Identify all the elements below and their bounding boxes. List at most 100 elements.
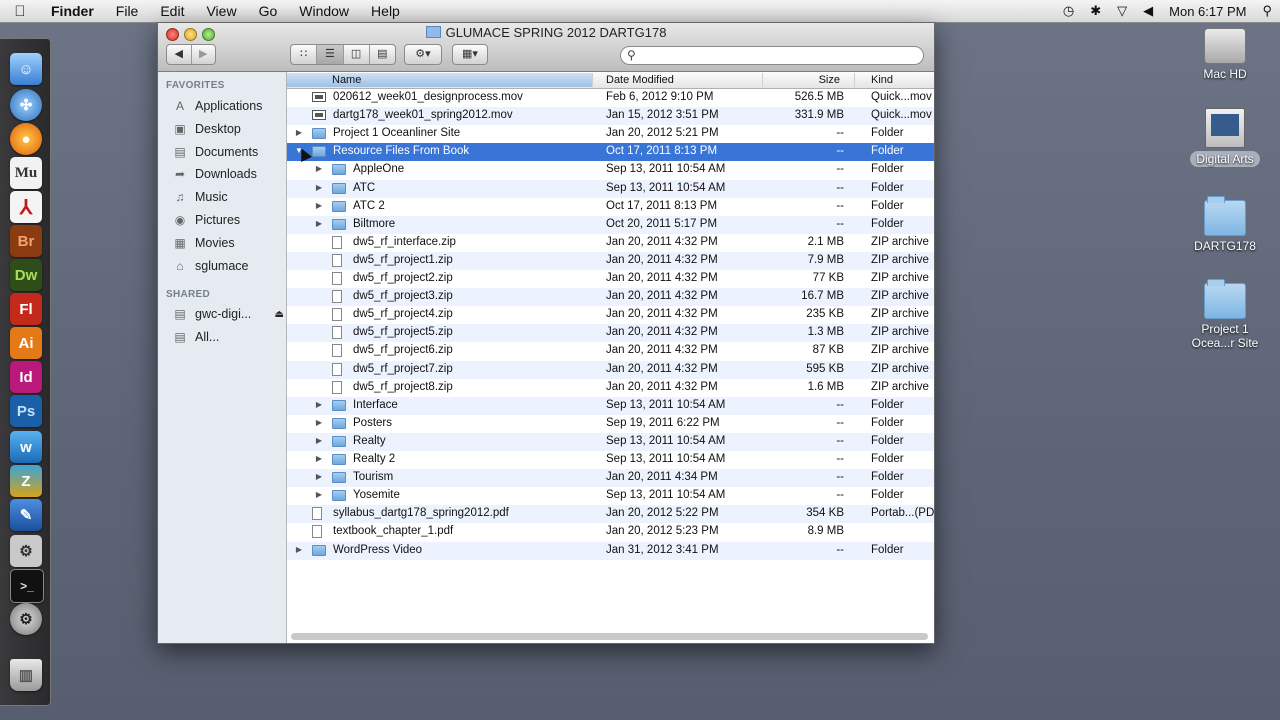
search-input[interactable]: ⚲ xyxy=(620,46,924,65)
kind-column-header[interactable]: Kind xyxy=(855,73,934,87)
date-column-header[interactable]: Date Modified xyxy=(593,73,763,87)
table-row[interactable]: dw5_rf_project3.zip Jan 20, 2011 4:32 PM 1… xyxy=(287,288,934,307)
table-row[interactable]: textbook_chapter_1.pdf Jan 20, 2012 5:23 … xyxy=(287,523,934,541)
action-menu-button[interactable]: ⚙▾ xyxy=(404,44,442,65)
utility-dock-icon[interactable]: ⚙ xyxy=(10,535,42,567)
table-row[interactable]: syllabus_dartg178_spring2012.pdf Jan 20, … xyxy=(287,505,934,524)
desktop-item-digital-arts[interactable]: Digital Arts xyxy=(1175,108,1275,167)
table-row[interactable]: ▶ Realty 2 Sep 13, 2011 10:54 AM -- Folder xyxy=(287,451,934,469)
disclosure-triangle-icon[interactable]: ▶ xyxy=(314,400,324,409)
disclosure-triangle-icon[interactable]: ▶ xyxy=(294,545,304,554)
disclosure-triangle-icon[interactable]: ▶ xyxy=(314,472,324,481)
size-column-header[interactable]: Size xyxy=(763,73,855,87)
disclosure-triangle-icon[interactable]: ▶ xyxy=(314,436,324,445)
dreamweaver-dock-icon[interactable]: Dw xyxy=(10,259,42,291)
disclosure-triangle-icon[interactable]: ▶ xyxy=(314,164,324,173)
table-row[interactable]: dw5_rf_interface.zip Jan 20, 2011 4:32 PM… xyxy=(287,234,934,252)
flash-dock-icon[interactable]: Fl xyxy=(10,293,42,325)
time-machine-icon[interactable]: ◷ xyxy=(1055,3,1082,19)
menubar-clock[interactable]: Mon 6:17 PM xyxy=(1161,4,1254,19)
sidebar-item-movies[interactable]: ▦ Movies xyxy=(172,233,234,253)
table-row[interactable]: ▶ ATC Sep 13, 2011 10:54 AM -- Folder xyxy=(287,179,934,198)
disclosure-triangle-icon[interactable]: ▶ xyxy=(314,201,324,210)
apple-menu-icon[interactable]:  xyxy=(0,3,40,20)
coverflow-view-button[interactable]: ▤ xyxy=(370,45,395,64)
table-row[interactable]: ▼ Resource Files From Book Oct 17, 2011 8:… xyxy=(287,143,934,162)
table-row[interactable]: ▶ WordPress Video Jan 31, 2012 3:41 PM -- Fo… xyxy=(287,541,934,560)
sidebar-item-documents[interactable]: ▤ Documents xyxy=(172,142,258,162)
menu-go[interactable]: Go xyxy=(248,0,289,22)
window-titlebar[interactable]: GLUMACE SPRING 2012 DARTG178 ◀ ▶ ∷ ☰ ◫ ▤… xyxy=(158,23,934,72)
menu-finder[interactable]: Finder xyxy=(40,0,105,22)
table-row[interactable]: ▶ ATC 2 Oct 17, 2011 8:13 PM -- Folder xyxy=(287,198,934,216)
table-row[interactable]: ▶ Interface Sep 13, 2011 10:54 AM -- Folder xyxy=(287,396,934,415)
table-row[interactable]: ▶ Project 1 Oceanliner Site Jan 20, 2012 5… xyxy=(287,125,934,143)
terminal-dock-icon[interactable]: >_ xyxy=(10,569,44,603)
table-row[interactable]: dartg178_week01_spring2012.mov Jan 15, 20… xyxy=(287,107,934,126)
table-row[interactable]: dw5_rf_project2.zip Jan 20, 2011 4:32 PM 7… xyxy=(287,270,934,288)
table-row[interactable]: ▶ Yosemite Sep 13, 2011 10:54 AM -- Folder xyxy=(287,487,934,505)
sidebar-item-all[interactable]: ▤ All... xyxy=(172,327,219,347)
menu-edit[interactable]: Edit xyxy=(149,0,195,22)
disclosure-triangle-icon[interactable]: ▶ xyxy=(314,219,324,228)
spotlight-icon[interactable]: ⚲ xyxy=(1254,3,1280,19)
sidebar-item-pictures[interactable]: ◉ Pictures xyxy=(172,210,240,230)
table-row[interactable]: ▶ Tourism Jan 20, 2011 4:34 PM -- Folder xyxy=(287,469,934,488)
table-row[interactable]: ▶ Realty Sep 13, 2011 10:54 AM -- Folder xyxy=(287,432,934,451)
menu-help[interactable]: Help xyxy=(360,0,411,22)
menu-view[interactable]: View xyxy=(195,0,247,22)
table-row[interactable]: dw5_rf_project7.zip Jan 20, 2011 4:32 PM 5… xyxy=(287,360,934,379)
wifi-icon[interactable]: ▽ xyxy=(1109,3,1135,19)
volume-icon[interactable]: ◀ xyxy=(1135,3,1161,19)
bridge-dock-icon[interactable]: Br xyxy=(10,225,42,257)
filezilla-dock-icon[interactable]: Z xyxy=(10,465,42,497)
table-row[interactable]: dw5_rf_project1.zip Jan 20, 2011 4:32 PM 7… xyxy=(287,251,934,270)
finder-dock-icon[interactable]: ☺ xyxy=(10,53,42,85)
sidebar-item-downloads[interactable]: ➦ Downloads xyxy=(172,164,257,184)
list-view-button[interactable]: ☰ xyxy=(317,45,344,64)
menu-file[interactable]: File xyxy=(105,0,150,22)
sidebar-item-desktop[interactable]: ▣ Desktop xyxy=(172,119,241,139)
disclosure-triangle-icon[interactable]: ▶ xyxy=(294,128,304,137)
bluetooth-icon[interactable]: ✱ xyxy=(1082,3,1109,19)
horizontal-scrollbar[interactable] xyxy=(291,633,928,640)
desktop-item-project1[interactable]: Project 1 Ocea...r Site xyxy=(1175,279,1275,350)
acrobat-dock-icon[interactable]: ⅄ xyxy=(10,191,42,223)
desktop-item-mac-hd[interactable]: Mac HD xyxy=(1175,28,1275,81)
sidebar-item-music[interactable]: ♫ Music xyxy=(172,187,228,207)
trash-dock-icon[interactable]: ▥ xyxy=(10,659,42,691)
disclosure-triangle-icon[interactable]: ▶ xyxy=(314,454,324,463)
table-row[interactable]: ▶ Posters Sep 19, 2011 6:22 PM -- Folder xyxy=(287,415,934,433)
arrange-menu-button[interactable]: ▦▾ xyxy=(452,44,488,65)
indesign-dock-icon[interactable]: Id xyxy=(10,361,42,393)
safari-dock-icon[interactable]: ✣ xyxy=(10,89,42,121)
forward-button[interactable]: ▶ xyxy=(192,45,216,64)
disclosure-triangle-icon[interactable]: ▶ xyxy=(314,418,324,427)
table-row[interactable]: dw5_rf_project8.zip Jan 20, 2011 4:32 PM 1… xyxy=(287,379,934,397)
back-button[interactable]: ◀ xyxy=(167,45,192,64)
table-row[interactable]: dw5_rf_project5.zip Jan 20, 2011 4:32 PM 1… xyxy=(287,324,934,343)
menu-window[interactable]: Window xyxy=(288,0,360,22)
table-row[interactable]: dw5_rf_project4.zip Jan 20, 2011 4:32 PM 2… xyxy=(287,306,934,324)
table-row[interactable]: 020612_week01_designprocess.mov Feb 6, 20… xyxy=(287,89,934,107)
system-preferences-dock-icon[interactable]: ⚙ xyxy=(10,603,42,635)
disclosure-triangle-icon[interactable]: ▶ xyxy=(314,490,324,499)
text-editor-dock-icon[interactable]: ✎ xyxy=(10,499,42,531)
sidebar-item-applications[interactable]: A Applications xyxy=(172,96,262,116)
table-row[interactable]: dw5_rf_project6.zip Jan 20, 2011 4:32 PM 8… xyxy=(287,342,934,360)
table-row[interactable]: ▶ AppleOne Sep 13, 2011 10:54 AM -- Folder xyxy=(287,161,934,179)
eject-icon[interactable]: ⏏ xyxy=(275,309,284,320)
firefox-dock-icon[interactable]: ● xyxy=(10,123,42,155)
name-column-header[interactable]: Name xyxy=(287,73,593,87)
icon-view-button[interactable]: ∷ xyxy=(291,45,318,64)
sidebar-item-home[interactable]: ⌂ sglumace xyxy=(172,256,248,276)
illustrator-dock-icon[interactable]: Ai xyxy=(10,327,42,359)
photoshop-dock-icon[interactable]: Ps xyxy=(10,395,42,427)
disclosure-triangle-icon[interactable]: ▶ xyxy=(314,183,324,192)
desktop-item-dartg178[interactable]: DARTG178 xyxy=(1175,196,1275,253)
sidebar-item-gwc-server[interactable]: ▤ gwc-digi... ⏏ xyxy=(172,304,284,324)
table-row[interactable]: ▶ Biltmore Oct 20, 2011 5:17 PM -- Folder xyxy=(287,215,934,234)
wordpress-tool-dock-icon[interactable]: w xyxy=(10,431,42,463)
column-view-button[interactable]: ◫ xyxy=(344,45,370,64)
muse-dock-icon[interactable]: Mu xyxy=(10,157,42,189)
